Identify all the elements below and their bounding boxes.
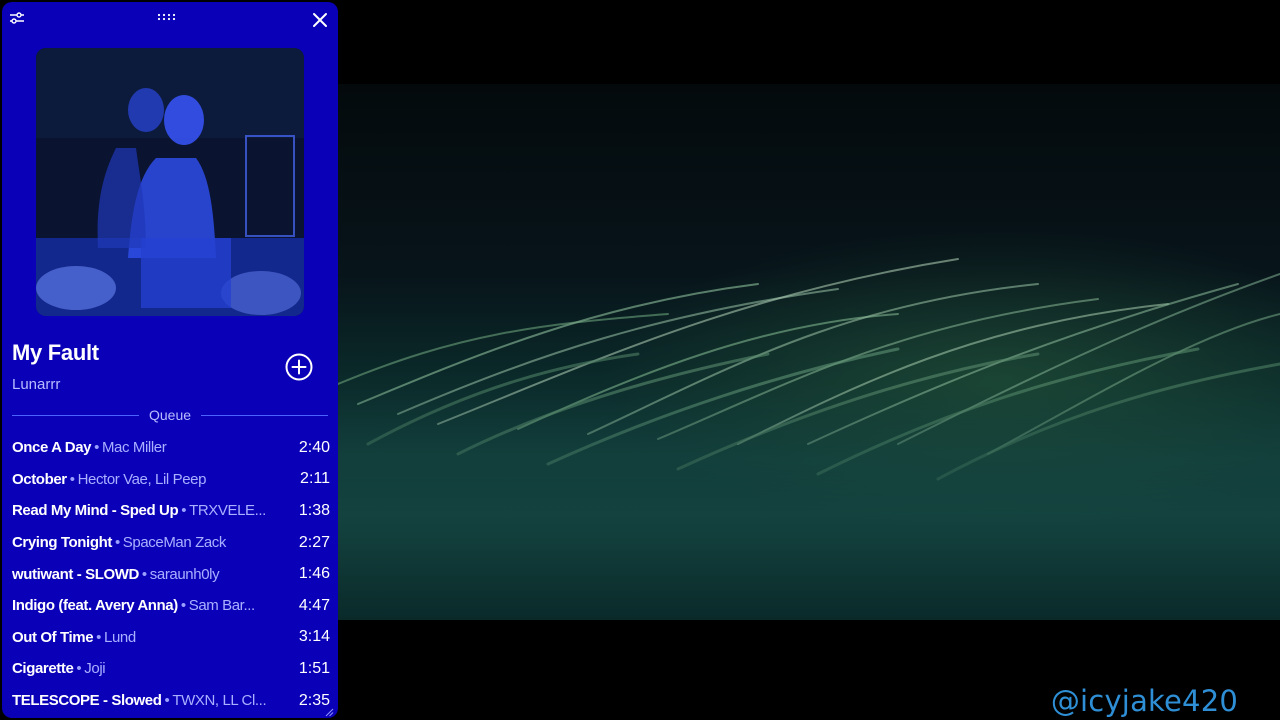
queue-item-title: Crying Tonight <box>12 534 112 552</box>
sliders-icon[interactable] <box>8 10 26 26</box>
queue-item[interactable]: Once A Day • Mac Miller 2:40 <box>12 432 330 464</box>
queue-item-artist: Hector Vae, Lil Peep <box>77 470 207 488</box>
player-titlebar[interactable] <box>2 2 338 36</box>
queue-item[interactable]: Read My Mind - Sped Up • TRXVELE... 1:38 <box>12 495 330 527</box>
queue-item-title: Out Of Time <box>12 628 94 646</box>
queue-item-artist: Joji <box>84 660 106 678</box>
queue-item-duration: 1:51 <box>298 659 330 677</box>
close-icon[interactable] <box>310 10 330 30</box>
queue-item[interactable]: Crying Tonight • SpaceMan Zack 2:27 <box>12 527 330 559</box>
queue-item-artist: Sam Bar... <box>188 597 255 615</box>
queue-item-artist: TRXVELE... <box>189 502 266 520</box>
queue-item-title: Read My Mind - Sped Up <box>12 502 179 520</box>
now-playing-title[interactable]: My Fault <box>12 340 99 366</box>
queue-item-duration: 1:38 <box>298 501 330 519</box>
queue-item-title: TELESCOPE - Slowed <box>12 692 162 710</box>
queue-item-artist: SpaceMan Zack <box>122 534 227 552</box>
watermark-text: @icyjake420 <box>1050 684 1238 718</box>
desktop: @icyjake420 My Fault Lunarrr Queue Once … <box>0 0 1280 720</box>
album-cover <box>36 48 304 316</box>
queue-item-artist: Mac Miller <box>101 439 167 457</box>
queue-item[interactable]: Indigo (feat. Avery Anna) • Sam Bar... 4:4… <box>12 590 330 622</box>
mini-player-window: My Fault Lunarrr Queue Once A Day • Mac Mi… <box>2 2 338 718</box>
drag-handle-icon[interactable] <box>156 11 178 23</box>
queue-item[interactable]: Out Of Time • Lund 3:14 <box>12 622 330 654</box>
queue-item-artist: Lund <box>104 628 136 646</box>
now-playing-artist[interactable]: Lunarrr <box>12 376 60 393</box>
queue-item-duration: 2:11 <box>300 470 330 488</box>
grass-illustration <box>338 258 1280 620</box>
queue-item-title: Cigarette <box>12 660 74 678</box>
queue-item[interactable]: October • Hector Vae, Lil Peep 2:11 <box>12 464 330 496</box>
queue-item[interactable]: Cigarette • Joji 1:51 <box>12 653 330 685</box>
queue-item-duration: 2:27 <box>298 533 330 551</box>
plus-circle-icon[interactable] <box>284 352 314 382</box>
queue-divider: Queue <box>12 406 329 424</box>
queue-item-duration: 2:40 <box>298 438 330 456</box>
queue-item-duration: 1:46 <box>298 565 330 583</box>
divider-line <box>12 414 139 416</box>
queue-item[interactable]: wutiwant - SLOWD • saraunh0ly 1:46 <box>12 558 330 590</box>
divider-line <box>201 414 329 416</box>
queue-item[interactable]: TELESCOPE - Slowed • TWXN, LL Cl... 2:35 <box>12 685 330 717</box>
queue-item-duration: 3:14 <box>298 628 330 646</box>
queue-item-artist: TWXN, LL Cl... <box>172 692 267 710</box>
queue-item-title: Once A Day <box>12 439 92 457</box>
queue-item-title: October <box>12 470 67 488</box>
queue-item-artist: saraunh0ly <box>149 565 220 583</box>
queue-item-title: Indigo (feat. Avery Anna) <box>12 597 178 615</box>
queue-list: Once A Day • Mac Miller 2:40 October • Hecto… <box>12 432 330 716</box>
queue-item-title: wutiwant - SLOWD <box>12 565 139 583</box>
queue-label: Queue <box>148 407 192 423</box>
queue-item-duration: 4:47 <box>298 596 330 614</box>
resize-grip-icon[interactable] <box>324 704 334 717</box>
wallpaper-image <box>338 84 1280 620</box>
